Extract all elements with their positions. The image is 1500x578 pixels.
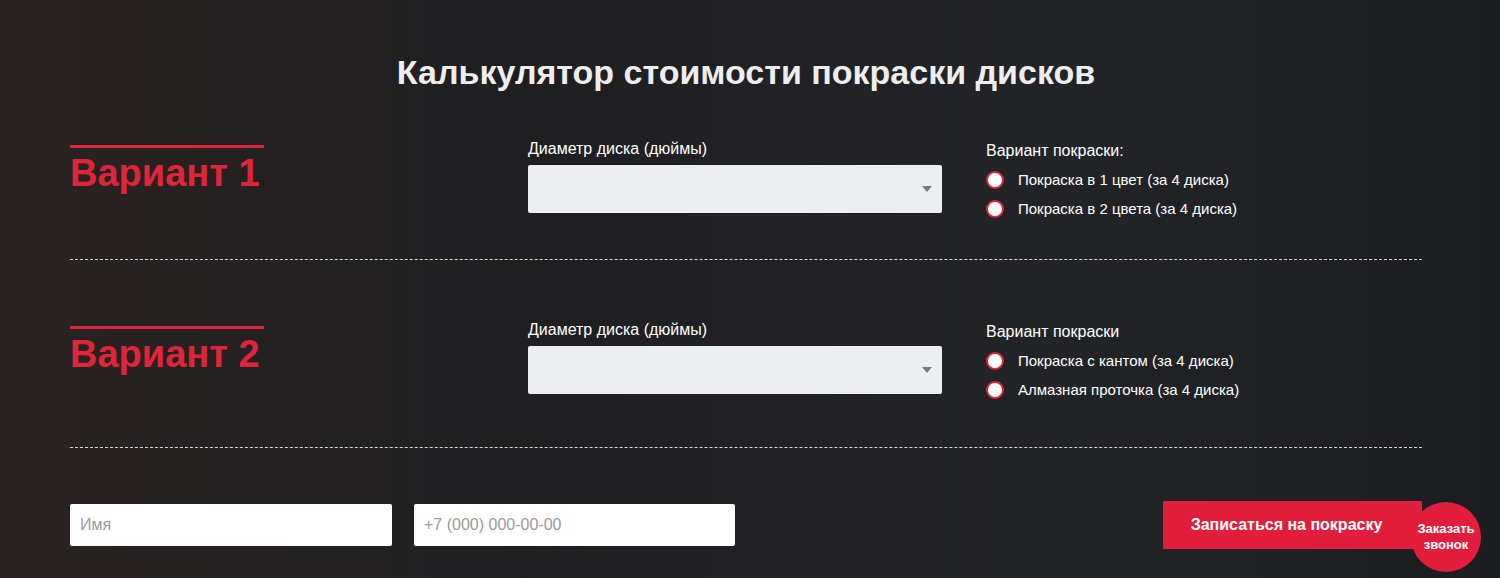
radio-button[interactable] <box>986 352 1004 370</box>
diameter-label: Диаметр диска (дюймы) <box>528 139 942 159</box>
diameter-column: Диаметр диска (дюймы) <box>528 139 942 223</box>
name-input[interactable] <box>70 504 392 546</box>
options-label: Вариант покраски <box>986 322 1239 342</box>
variant-row: Вариант 2 Диаметр диска (дюймы) Вариант по… <box>70 260 1422 448</box>
paint-options: Вариант покраски Покраска с кантом (за 4 … <box>986 320 1239 404</box>
submit-button[interactable]: Записаться на покраску <box>1163 501 1422 549</box>
dropdown-arrow-icon <box>922 367 932 373</box>
diameter-select[interactable] <box>528 165 942 213</box>
variant-label-column: Вариант 1 <box>70 139 528 223</box>
booking-form: Записаться на покраску <box>70 448 1422 549</box>
variant-label: Вариант 1 <box>70 145 264 195</box>
radio-button[interactable] <box>986 171 1004 189</box>
option-label: Покраска с кантом (за 4 диска) <box>1018 352 1234 370</box>
calculator-section: Калькулятор стоимости покраски дисков Вар… <box>0 0 1500 578</box>
paint-option[interactable]: Покраска с кантом (за 4 диска) <box>986 346 1239 375</box>
diameter-select[interactable] <box>528 346 942 394</box>
option-label: Покраска в 2 цвета (за 4 диска) <box>1018 200 1237 218</box>
paint-option[interactable]: Покраска в 1 цвет (за 4 диска) <box>986 165 1237 194</box>
paint-option[interactable]: Покраска в 2 цвета (за 4 диска) <box>986 194 1237 223</box>
callback-button[interactable]: Заказать звонок <box>1411 502 1481 572</box>
radio-button[interactable] <box>986 381 1004 399</box>
callback-label: Заказать звонок <box>1415 521 1477 553</box>
variant-row: Вариант 1 Диаметр диска (дюймы) Вариант по… <box>70 139 1422 260</box>
variant-label: Вариант 2 <box>70 326 264 376</box>
paint-option[interactable]: Алмазная проточка (за 4 диска) <box>986 375 1239 404</box>
title: Калькулятор стоимости покраски дисков <box>70 52 1422 93</box>
phone-input[interactable] <box>414 504 735 546</box>
dropdown-arrow-icon <box>922 186 932 192</box>
option-label: Покраска в 1 цвет (за 4 диска) <box>1018 171 1229 189</box>
option-label: Алмазная проточка (за 4 диска) <box>1018 381 1239 399</box>
diameter-column: Диаметр диска (дюймы) <box>528 320 942 404</box>
diameter-label: Диаметр диска (дюймы) <box>528 320 942 340</box>
paint-options: Вариант покраски: Покраска в 1 цвет (за 4… <box>986 139 1237 223</box>
content: Калькулятор стоимости покраски дисков Вар… <box>0 0 1500 549</box>
radio-button[interactable] <box>986 200 1004 218</box>
variant-label-column: Вариант 2 <box>70 320 528 404</box>
options-label: Вариант покраски: <box>986 141 1237 161</box>
